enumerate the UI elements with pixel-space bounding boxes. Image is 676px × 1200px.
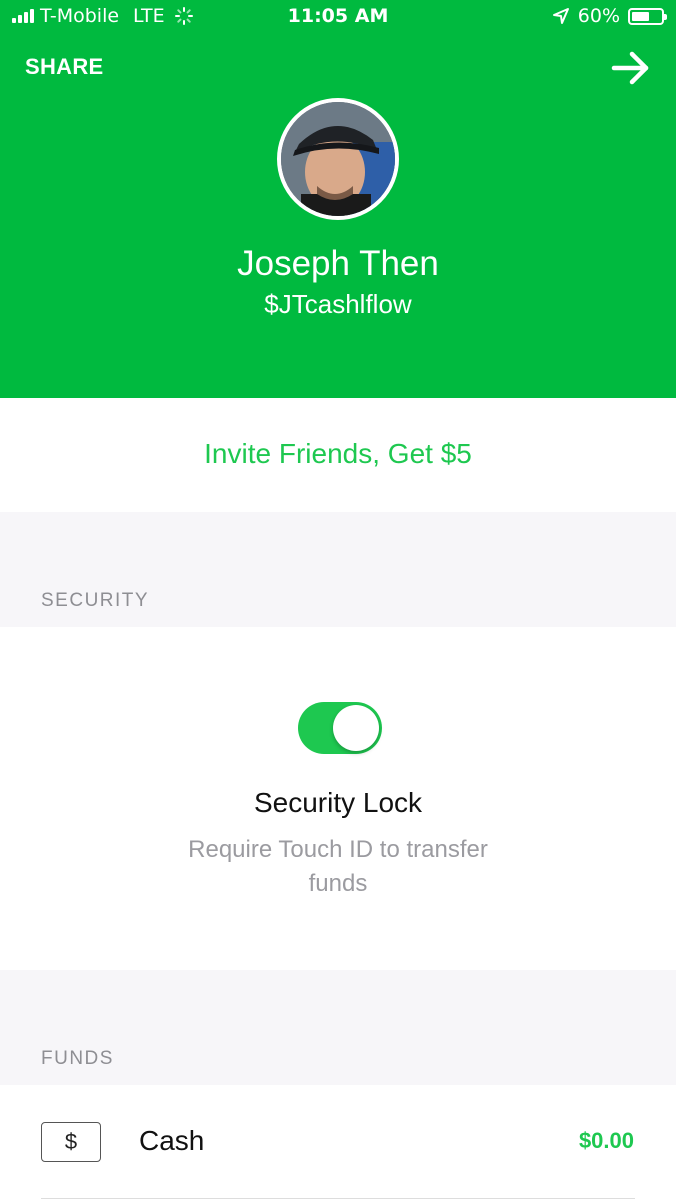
- battery-icon: [628, 7, 667, 25]
- funds-section-header: FUNDS: [41, 1048, 114, 1069]
- security-lock-title: Security Lock: [253, 787, 423, 818]
- profile-header: T-Mobile LTE 11:05 AM 60% SHARE Joseph T…: [0, 0, 676, 398]
- security-card: Security Lock Require Touch ID to transf…: [0, 627, 676, 970]
- security-lock-toggle[interactable]: [298, 702, 382, 754]
- location-arrow-icon: [552, 8, 569, 24]
- invite-friends-button[interactable]: Invite Friends, Get $5: [0, 438, 676, 470]
- toggle-knob: [333, 705, 379, 751]
- arrow-right-icon[interactable]: [608, 48, 652, 88]
- security-section-header: SECURITY: [41, 590, 150, 611]
- status-bar: T-Mobile LTE 11:05 AM 60%: [0, 0, 676, 32]
- avatar[interactable]: [277, 98, 399, 220]
- cash-label: Cash: [139, 1125, 205, 1156]
- status-bar-right: 60%: [552, 5, 667, 27]
- share-button[interactable]: SHARE: [25, 54, 104, 80]
- battery-percent: 60%: [577, 5, 620, 27]
- dollar-icon: $: [41, 1122, 101, 1162]
- invite-section: Invite Friends, Get $5: [0, 398, 676, 512]
- row-divider: [41, 1198, 635, 1199]
- profile-name: Joseph Then: [237, 244, 439, 283]
- profile-cashtag: $JTcashlflow: [264, 289, 412, 319]
- cash-amount: $0.00: [578, 1128, 634, 1153]
- funds-card: $ Cash $0.00: [0, 1085, 676, 1200]
- security-lock-description: Require Touch ID to transfer funds: [188, 836, 488, 897]
- avatar-photo: [281, 102, 395, 216]
